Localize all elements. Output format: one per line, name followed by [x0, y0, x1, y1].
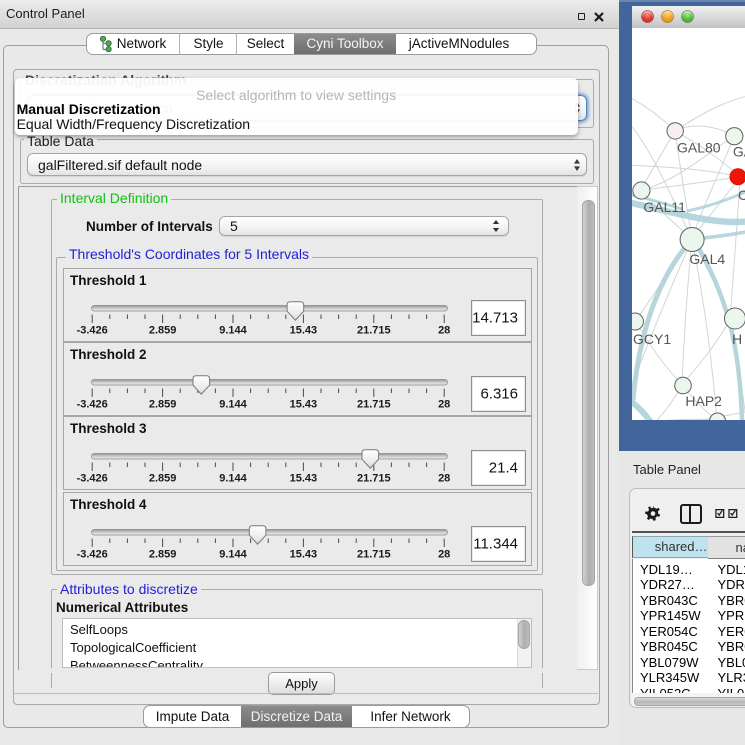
svg-text:15.43: 15.43: [290, 548, 318, 560]
svg-text:28: 28: [438, 548, 450, 560]
svg-text:-3.426: -3.426: [77, 399, 108, 411]
svg-text:15.43: 15.43: [290, 473, 318, 485]
svg-text:21.715: 21.715: [357, 399, 391, 411]
svg-text:2.859: 2.859: [149, 548, 177, 560]
svg-text:15.43: 15.43: [290, 325, 318, 337]
svg-text:9.144: 9.144: [219, 325, 247, 337]
svg-text:2.859: 2.859: [149, 399, 177, 411]
svg-text:2.859: 2.859: [149, 325, 177, 337]
svg-text:21.715: 21.715: [357, 548, 391, 560]
svg-text:GCY1: GCY1: [633, 331, 671, 347]
svg-text:2.859: 2.859: [149, 473, 177, 485]
svg-text:GAL80: GAL80: [677, 140, 721, 156]
svg-text:-3.426: -3.426: [77, 548, 108, 560]
svg-text:9.144: 9.144: [219, 473, 247, 485]
svg-text:28: 28: [438, 473, 450, 485]
svg-text:-3.426: -3.426: [77, 325, 108, 337]
svg-text:9.144: 9.144: [219, 548, 247, 560]
svg-text:15.43: 15.43: [290, 399, 318, 411]
svg-text:-3.426: -3.426: [77, 473, 108, 485]
svg-text:9.144: 9.144: [219, 399, 247, 411]
svg-text:H: H: [732, 331, 742, 347]
svg-text:28: 28: [438, 399, 450, 411]
svg-text:21.715: 21.715: [357, 473, 391, 485]
svg-text:21.715: 21.715: [357, 325, 391, 337]
svg-text:GA: GA: [732, 144, 745, 160]
svg-text:GAL4: GAL4: [689, 251, 725, 267]
svg-text:C: C: [738, 187, 745, 203]
svg-text:HAP2: HAP2: [685, 393, 722, 409]
svg-text:GAL11: GAL11: [643, 199, 686, 215]
svg-text:28: 28: [438, 325, 450, 337]
